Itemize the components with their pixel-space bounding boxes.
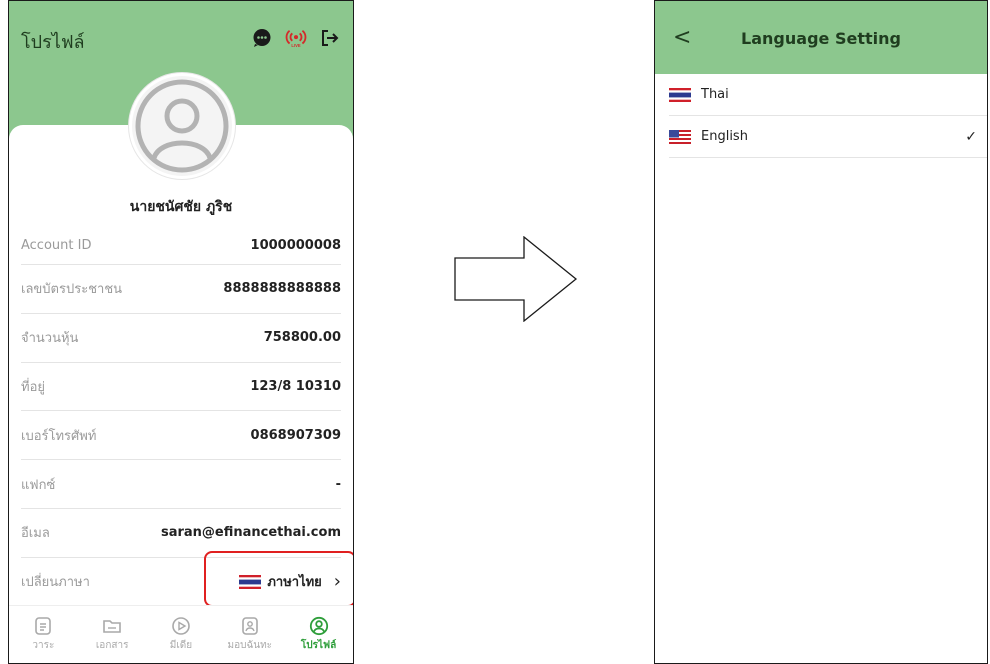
language-setting-screen: < Language Setting Thai English ✓ <box>654 0 988 664</box>
page-title: โปรไฟล์ <box>21 32 85 53</box>
nav-label: มีเดีย <box>169 640 193 651</box>
info-value: 123/8 10310 <box>250 378 341 394</box>
nav-label: วาระ <box>32 640 55 651</box>
page-title: Language Setting <box>741 29 901 48</box>
info-row-phone: เบอร์โทรศัพท์ 0868907309 <box>21 411 341 461</box>
info-value: 0868907309 <box>250 427 341 443</box>
info-label: ที่อยู่ <box>21 379 45 395</box>
info-label: จำนวนหุ้น <box>21 331 79 347</box>
info-value: 1000000008 <box>250 238 341 253</box>
user-name: นายชนัศชัย ภูริช <box>129 199 233 215</box>
profile-screen: โปรไฟล์ LIVE นายชนัศชัย ภูริช Account ID… <box>8 0 354 664</box>
info-label: เลขบัตรประชาชน <box>21 282 123 298</box>
info-label: Account ID <box>21 238 92 253</box>
nav-item-agenda[interactable]: วาระ <box>13 616 73 653</box>
nav-item-media[interactable]: มีเดีย <box>151 616 211 653</box>
language-list: Thai English ✓ <box>669 74 987 158</box>
nav-item-documents[interactable]: เอกสาร <box>82 616 142 653</box>
info-row-address: ที่อยู่ 123/8 10310 <box>21 363 341 412</box>
live-icon[interactable]: LIVE <box>285 27 307 49</box>
nav-item-proxy[interactable]: มอบฉันทะ <box>220 616 280 653</box>
info-label: เปลี่ยนภาษา <box>21 575 90 591</box>
nav-item-profile[interactable]: โปรไฟล์ <box>289 616 349 653</box>
check-icon: ✓ <box>965 128 977 145</box>
info-value: - <box>335 476 341 492</box>
info-value: saran@efinancethai.com <box>160 525 341 541</box>
info-row-id-card: เลขบัตรประชาชน 8888888888888 <box>21 265 341 314</box>
language-label: Thai <box>701 87 729 102</box>
header-actions: LIVE <box>251 27 341 49</box>
highlight-box <box>204 551 353 607</box>
proxy-icon <box>241 617 258 635</box>
profile-info-list: Account ID 1000000008 เลขบัตรประชาชน 888… <box>21 227 341 607</box>
live-label: LIVE <box>291 43 300 48</box>
folder-icon <box>103 620 121 633</box>
bottom-nav: วาระ เอกสาร มีเดีย มอบฉันทะ โปรไฟล์ <box>9 605 353 663</box>
us-flag-icon <box>669 129 691 144</box>
language-label: English <box>701 129 748 144</box>
info-value: 758800.00 <box>263 330 341 346</box>
info-label: แฟกซ์ <box>21 477 56 493</box>
profile-icon <box>309 616 328 636</box>
info-row-shares: จำนวนหุ้น 758800.00 <box>21 314 341 363</box>
agenda-icon <box>35 617 52 635</box>
info-value: 8888888888888 <box>223 281 341 297</box>
chat-icon[interactable] <box>251 27 273 49</box>
transition-arrow-icon <box>454 236 578 322</box>
language-option-thai[interactable]: Thai <box>669 74 987 116</box>
nav-label: มอบฉันทะ <box>227 640 273 651</box>
info-label: เบอร์โทรศัพท์ <box>21 428 97 444</box>
language-option-english[interactable]: English ✓ <box>669 116 987 158</box>
avatar[interactable] <box>129 73 235 179</box>
info-row-fax: แฟกซ์ - <box>21 460 341 509</box>
play-icon <box>172 617 190 635</box>
nav-label: เอกสาร <box>95 640 129 651</box>
logout-icon[interactable] <box>319 27 341 49</box>
info-row-account-id: Account ID 1000000008 <box>21 227 341 265</box>
info-label: อีเมล <box>21 526 50 542</box>
thai-flag-icon <box>669 87 691 102</box>
nav-label: โปรไฟล์ <box>300 640 337 651</box>
